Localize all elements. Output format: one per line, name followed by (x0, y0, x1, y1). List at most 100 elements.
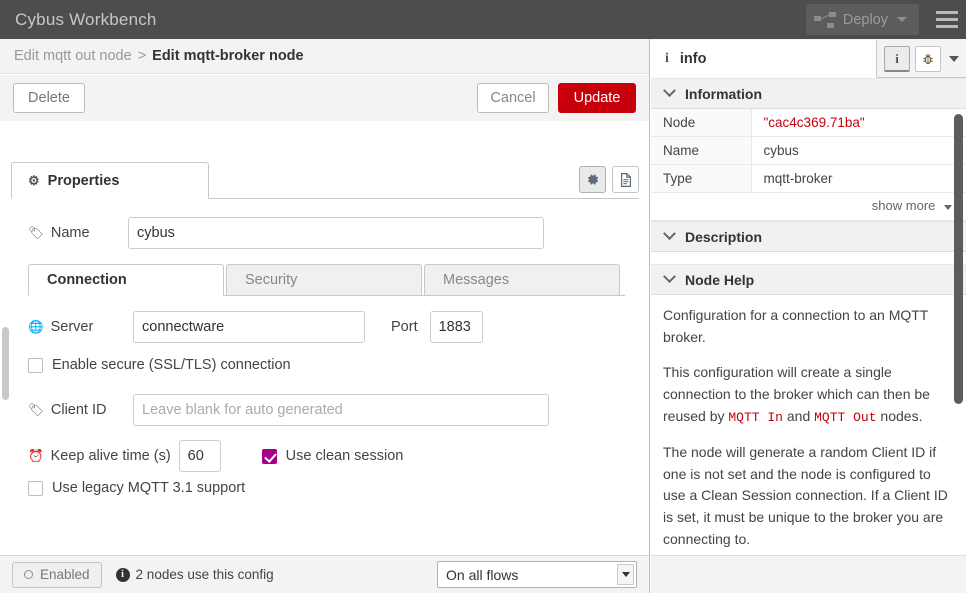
editor-tab-strip: ⚙ Properties (11, 161, 639, 199)
cancel-button[interactable]: Cancel (477, 83, 549, 113)
row-value: cybus (751, 137, 966, 165)
deploy-nodes-icon (814, 12, 836, 28)
port-label: Port (391, 319, 418, 335)
chevron-down-icon (663, 270, 676, 283)
editor-tab-tools (579, 166, 639, 193)
section-header-information[interactable]: Information (651, 78, 966, 109)
description-body (651, 252, 966, 264)
section-header-node-help[interactable]: Node Help (651, 264, 966, 295)
breadcrumb-current: Edit mqtt-broker node (152, 48, 303, 64)
update-button[interactable]: Update (558, 83, 636, 113)
chevron-down-icon[interactable] (949, 56, 959, 62)
tab-security[interactable]: Security (226, 264, 422, 296)
enabled-toggle-button[interactable]: Enabled (12, 562, 102, 588)
client-id-label: 🏷 Client ID (28, 402, 133, 418)
help-paragraph: Configuration for a connection to an MQT… (663, 305, 952, 348)
tab-messages[interactable]: Messages (424, 264, 620, 296)
gear-icon: ⚙ (28, 173, 40, 189)
info-icon: i (116, 568, 130, 582)
legacy-mqtt-label[interactable]: Use legacy MQTT 3.1 support (52, 480, 245, 496)
field-row-name: 🏷 Name (28, 217, 544, 249)
clean-session-group: Use clean session (262, 448, 404, 464)
radio-circle-icon (24, 570, 33, 579)
delete-button[interactable]: Delete (13, 83, 85, 113)
sidebar-tools: i (877, 46, 966, 77)
mqtt-out-link[interactable]: MQTT Out (814, 410, 876, 425)
sidebar-footer (651, 555, 966, 593)
show-more-label: show more (872, 198, 936, 213)
tag-icon: 🏷 (28, 226, 44, 241)
help-paragraph: This configuration will create a single … (663, 362, 952, 428)
sidebar-tab-strip: i info i (651, 39, 966, 78)
enabled-toggle-label: Enabled (40, 567, 90, 582)
show-more-toggle[interactable]: show more (651, 193, 966, 221)
row-key: Node (651, 109, 751, 137)
editor-scrollbar-thumb[interactable] (2, 327, 9, 400)
row-value: mqtt-broker (751, 165, 966, 193)
deploy-button-label: Deploy (836, 12, 897, 28)
deploy-dropdown-caret-icon[interactable] (897, 17, 907, 22)
connection-tab-strip: Connection Security Messages (28, 263, 625, 296)
properties-form: 🏷 Name Connection Security Messages 🌐 Se… (0, 201, 649, 593)
row-key: Name (651, 137, 751, 165)
keepalive-label: ⏰ Keep alive time (s) (28, 448, 171, 464)
legacy-mqtt-checkbox[interactable] (28, 481, 43, 496)
server-input[interactable] (133, 311, 365, 343)
tab-connection[interactable]: Connection (28, 264, 224, 296)
header-actions: Deploy (806, 0, 966, 39)
node-red-editor-window: Cybus Workbench Deploy Edit mqtt out nod… (0, 0, 966, 593)
section-title-description: Description (685, 229, 762, 245)
mqtt-in-link[interactable]: MQTT In (728, 410, 783, 425)
config-usage-info: i 2 nodes use this config (116, 567, 274, 582)
app-header: Cybus Workbench Deploy (0, 0, 966, 39)
editor-footer: Enabled i 2 nodes use this config On all… (0, 555, 649, 593)
port-input[interactable] (430, 311, 483, 343)
info-icon: i (665, 51, 669, 67)
field-row-server: 🌐 Server Port (28, 311, 483, 343)
scope-select[interactable]: On all flows (437, 561, 637, 588)
tag-icon: 🏷 (28, 403, 44, 418)
deploy-button[interactable]: Deploy (806, 4, 919, 35)
clean-session-label[interactable]: Use clean session (286, 448, 404, 464)
field-row-client-id: 🏷 Client ID (28, 394, 549, 426)
name-label: 🏷 Name (28, 225, 128, 241)
debug-bug-icon[interactable] (915, 46, 941, 72)
name-input[interactable] (128, 217, 544, 249)
client-id-input[interactable] (133, 394, 549, 426)
ssl-label[interactable]: Enable secure (SSL/TLS) connection (52, 357, 291, 373)
help-paragraph: The node will generate a random Client I… (663, 442, 952, 550)
breadcrumb-separator: > (132, 48, 152, 64)
field-row-ssl: Enable secure (SSL/TLS) connection (28, 357, 291, 373)
row-value: "cac4c369.71ba" (751, 109, 966, 137)
info-sidebar: i info i Informatio (651, 39, 966, 593)
table-row: Name cybus (651, 137, 966, 165)
globe-icon: 🌐 (28, 320, 44, 335)
edit-action-bar: Delete Cancel Update (0, 75, 649, 121)
keepalive-input[interactable] (179, 440, 221, 472)
section-title-node-help: Node Help (685, 272, 754, 288)
breadcrumb: Edit mqtt out node > Edit mqtt-broker no… (0, 39, 649, 74)
field-row-legacy-mqtt: Use legacy MQTT 3.1 support (28, 480, 245, 496)
ssl-checkbox[interactable] (28, 358, 43, 373)
config-usage-text[interactable]: 2 nodes use this config (136, 567, 274, 582)
info-icon[interactable]: i (884, 46, 910, 72)
confirm-actions: Cancel Update (477, 83, 636, 113)
tab-properties[interactable]: ⚙ Properties (11, 162, 209, 199)
chevron-down-icon (944, 205, 952, 210)
tab-properties-label: Properties (48, 173, 120, 189)
section-header-description[interactable]: Description (651, 221, 966, 252)
tab-info[interactable]: i info (651, 40, 877, 78)
help-text-mid: and (783, 408, 814, 424)
description-document-icon[interactable] (612, 166, 639, 193)
clean-session-checkbox[interactable] (262, 449, 277, 464)
node-edit-panel: Edit mqtt out node > Edit mqtt-broker no… (0, 39, 650, 593)
information-table: Node "cac4c369.71ba" Name cybus Type mqt… (651, 109, 966, 193)
chevron-down-icon (663, 227, 676, 240)
table-row: Type mqtt-broker (651, 165, 966, 193)
hamburger-menu-icon[interactable] (928, 0, 966, 39)
field-row-keepalive: ⏰ Keep alive time (s) Use clean session (28, 440, 403, 472)
server-label: 🌐 Server (28, 319, 133, 335)
breadcrumb-parent[interactable]: Edit mqtt out node (14, 48, 132, 64)
sidebar-scrollbar-thumb[interactable] (954, 114, 963, 404)
gear-icon[interactable] (579, 166, 606, 193)
